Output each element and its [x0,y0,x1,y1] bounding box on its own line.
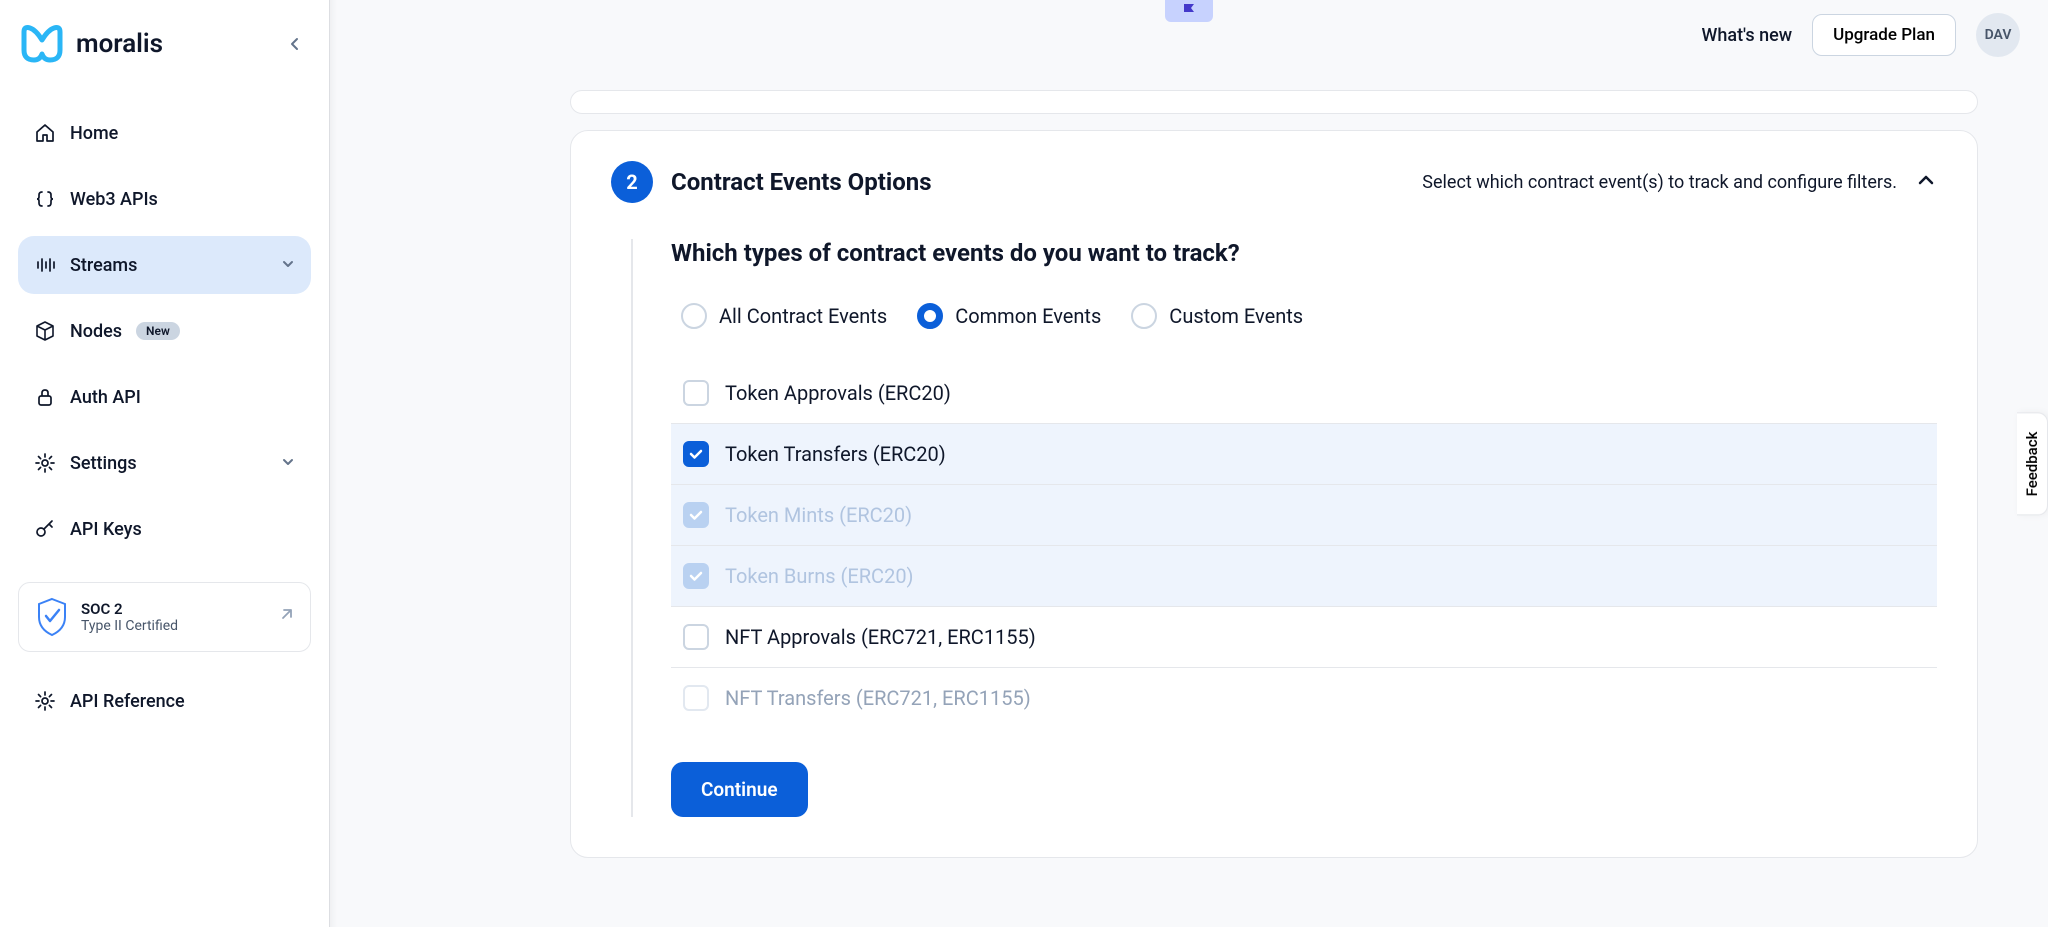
main: What's new Upgrade Plan DAV 2 Contract E… [330,0,2048,927]
card-header: 2 Contract Events Options Select which c… [611,161,1937,203]
checkbox-token-burns-erc20: Token Burns (ERC20) [671,546,1937,607]
cube-icon [34,320,56,342]
sidebar-item-label: Home [70,123,118,144]
external-link-icon [278,607,294,627]
checkbox-token-mints-erc20: Token Mints (ERC20) [671,485,1937,546]
contract-events-card: 2 Contract Events Options Select which c… [570,130,1978,858]
moralis-logo-icon [18,24,66,64]
soc2-text: SOC 2 Type II Certified [81,600,178,634]
sidebar-item-nodes[interactable]: Nodes New [18,302,311,360]
sidebar-item-label: Web3 APIs [70,189,158,210]
radio-custom-events[interactable]: Custom Events [1131,303,1303,329]
brand-text: moralis [76,29,163,59]
card-title: Contract Events Options [671,168,932,196]
new-badge: New [136,322,180,340]
logo-row: moralis [18,24,311,64]
sidebar-item-api-keys[interactable]: API Keys [18,500,311,558]
flag-badge[interactable] [1165,0,1213,22]
sidebar-item-streams[interactable]: Streams [18,236,311,294]
upgrade-plan-button[interactable]: Upgrade Plan [1812,14,1956,56]
previous-step-card [570,90,1978,114]
radio-label: Common Events [955,304,1101,328]
logo[interactable]: moralis [18,24,163,64]
soc2-title: SOC 2 [81,600,178,618]
chevron-left-icon [287,36,303,52]
sidebar-item-label: Nodes [70,321,122,342]
soc2-card[interactable]: SOC 2 Type II Certified [18,582,311,652]
flag-icon [1180,2,1198,20]
radio-label: All Contract Events [719,304,887,328]
streams-icon [34,254,56,276]
chevron-up-icon [1915,169,1937,191]
card-description: Select which contract event(s) to track … [1422,172,1897,193]
key-icon [34,518,56,540]
checkbox-indicator [683,624,709,650]
sidebar-collapse-button[interactable] [279,28,311,60]
shield-check-icon [35,597,69,637]
sidebar-item-api-reference[interactable]: API Reference [18,676,311,726]
checkbox-indicator [683,441,709,467]
checkbox-label: NFT Approvals (ERC721, ERC1155) [725,625,1036,649]
check-icon [688,568,704,584]
checkbox-indicator [683,685,709,711]
radio-all-contract-events[interactable]: All Contract Events [681,303,887,329]
sidebar-item-web3-apis[interactable]: Web3 APIs [18,170,311,228]
radio-indicator [681,303,707,329]
checkbox-label: Token Transfers (ERC20) [725,442,946,466]
event-checkbox-list: Token Approvals (ERC20) Token Transfers … [671,363,1937,728]
avatar[interactable]: DAV [1976,13,2020,57]
checkbox-nft-transfers[interactable]: NFT Transfers (ERC721, ERC1155) [671,668,1937,728]
gear-icon [34,452,56,474]
sidebar-item-settings[interactable]: Settings [18,434,311,492]
radio-indicator [1131,303,1157,329]
event-type-radio-group: All Contract Events Common Events Custom… [671,303,1937,329]
soc2-subtitle: Type II Certified [81,618,178,634]
card-body: Which types of contract events do you wa… [631,239,1937,817]
radio-indicator [917,303,943,329]
checkbox-label: Token Mints (ERC20) [725,503,912,527]
checkbox-label: NFT Transfers (ERC721, ERC1155) [725,686,1031,710]
checkbox-token-approvals-erc20[interactable]: Token Approvals (ERC20) [671,363,1937,424]
checkbox-indicator [683,563,709,589]
checkbox-token-transfers-erc20[interactable]: Token Transfers (ERC20) [671,424,1937,485]
chevron-down-icon [281,453,295,474]
content: 2 Contract Events Options Select which c… [330,70,2048,927]
collapse-card-button[interactable] [1915,169,1937,195]
gear-icon [34,690,56,712]
braces-icon [34,188,56,210]
checkbox-indicator [683,502,709,528]
sidebar-item-home[interactable]: Home [18,104,311,162]
api-reference-label: API Reference [70,691,185,712]
sidebar-item-label: Auth API [70,387,141,408]
step-number: 2 [611,161,653,203]
chevron-down-icon [281,255,295,276]
radio-common-events[interactable]: Common Events [917,303,1101,329]
sidebar-item-label: Streams [70,255,137,276]
sidebar: moralis Home Web3 APIs Streams Nodes New [0,0,330,927]
lock-icon [34,386,56,408]
checkbox-indicator [683,380,709,406]
sidebar-item-label: API Keys [70,519,142,540]
radio-label: Custom Events [1169,304,1303,328]
whats-new-link[interactable]: What's new [1702,25,1793,46]
continue-button[interactable]: Continue [671,762,808,817]
checkbox-label: Token Approvals (ERC20) [725,381,951,405]
feedback-tab[interactable]: Feedback [2017,412,2048,515]
checkbox-label: Token Burns (ERC20) [725,564,914,588]
sidebar-item-auth-api[interactable]: Auth API [18,368,311,426]
check-icon [688,507,704,523]
check-icon [688,446,704,462]
sidebar-item-label: Settings [70,453,137,474]
question-heading: Which types of contract events do you wa… [653,239,1937,267]
home-icon [34,122,56,144]
checkbox-nft-approvals[interactable]: NFT Approvals (ERC721, ERC1155) [671,607,1937,668]
